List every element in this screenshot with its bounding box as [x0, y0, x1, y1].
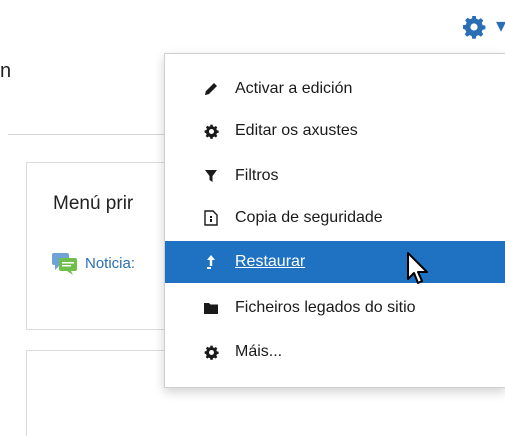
menu-item-label: Copia de seguridade — [235, 209, 383, 226]
file-archive-icon — [203, 210, 219, 226]
settings-caret[interactable]: ▾ — [496, 16, 505, 36]
menu-item-legacy-files[interactable]: Ficheiros legados do sitio — [165, 287, 505, 329]
page: n ▾ Menú prir Noticia: Activar a edición… — [0, 0, 505, 436]
menu-item-restore[interactable]: Restaurar — [165, 241, 505, 283]
menu-item-filters[interactable]: Filtros — [165, 155, 505, 197]
block-title: Menú prir — [53, 193, 134, 214]
gear-icon — [203, 123, 219, 139]
menu-item-edit-settings[interactable]: Editar os axustes — [165, 110, 505, 152]
settings-menu-button[interactable] — [462, 15, 492, 41]
chat-bubbles-icon — [52, 253, 77, 275]
menu-item-label: Editar os axustes — [235, 122, 358, 139]
gear-icon — [463, 16, 486, 39]
gear-icon — [203, 344, 219, 360]
menu-item-backup[interactable]: Copia de seguridade — [165, 197, 505, 239]
pencil-icon — [203, 81, 219, 97]
menu-item-label: Máis... — [235, 343, 283, 360]
folder-icon — [203, 300, 219, 316]
menu-item-more[interactable]: Máis... — [165, 331, 505, 373]
news-link[interactable]: Noticia: — [51, 251, 135, 275]
menu-item-label: Activar a edición — [235, 80, 353, 97]
menu-item-turn-editing-on[interactable]: Activar a edición — [165, 68, 505, 110]
menu-item-label: Restaurar — [235, 253, 306, 270]
header-partial-text: n — [0, 60, 12, 82]
settings-dropdown-menu: Activar a edición Editar os axustes Filt… — [164, 53, 505, 388]
upload-icon — [203, 254, 219, 270]
news-link-label[interactable]: Noticia: — [85, 255, 135, 272]
filter-icon — [203, 168, 219, 184]
menu-item-label: Filtros — [235, 167, 279, 184]
mouse-pointer-icon — [407, 252, 428, 284]
menu-item-label: Ficheiros legados do sitio — [235, 299, 416, 316]
